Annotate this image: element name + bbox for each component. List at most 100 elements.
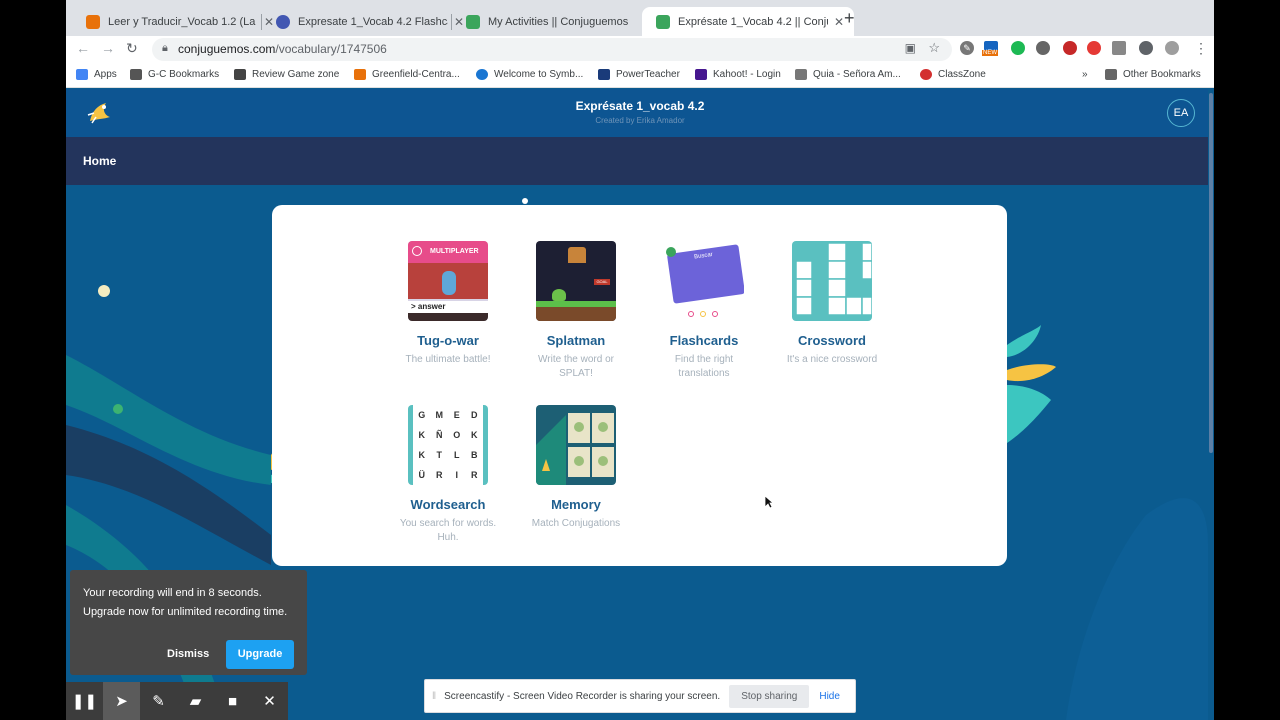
game-description: It's a nice crossword xyxy=(786,354,878,365)
tug-o-war-thumbnail: MULTIPLAYER > answer xyxy=(408,241,488,321)
pause-icon[interactable]: ❚❚ xyxy=(66,682,103,720)
wordsearch-letter: Ü xyxy=(418,470,426,480)
reload-icon[interactable]: ↻ xyxy=(126,40,138,57)
bookmark-review-game[interactable]: Review Game zone xyxy=(234,69,339,80)
tab-title: Expresate 1_Vocab 4.2 Flashca xyxy=(298,15,448,28)
game-title: Tug-o-war xyxy=(417,333,479,348)
wordsearch-letter: M xyxy=(435,410,444,420)
wordsearch-letter: R xyxy=(436,470,443,480)
mouse-cursor-icon xyxy=(764,495,774,509)
bookmark-gc[interactable]: G-C Bookmarks xyxy=(130,69,219,80)
wordsearch-letter: G xyxy=(418,410,426,420)
profile-icon[interactable] xyxy=(1165,41,1179,55)
bookmark-star-icon[interactable]: ☆ xyxy=(928,40,940,56)
apps-grid-icon xyxy=(76,69,88,80)
grid-extension-icon[interactable] xyxy=(1112,41,1126,55)
bookmark-kahoot[interactable]: Kahoot! - Login xyxy=(695,69,781,80)
game-crossword[interactable]: Crossword It's a nice crossword xyxy=(777,241,887,367)
site-favicon-icon xyxy=(920,69,932,80)
wordsearch-letter: E xyxy=(453,410,460,420)
back-icon[interactable]: ← xyxy=(76,40,90,56)
bookmark-classzone[interactable]: ClassZone xyxy=(920,69,986,80)
new-tab-icon[interactable]: + xyxy=(844,8,855,29)
tab-favicon-icon xyxy=(86,14,100,29)
conjuguemos-favicon-icon xyxy=(656,14,670,29)
wordsearch-letter: K xyxy=(418,430,426,440)
close-icon[interactable]: ✕ xyxy=(834,15,844,29)
camera-icon[interactable]: ■ xyxy=(214,682,251,720)
menu-icon[interactable]: ⋮ xyxy=(1194,40,1208,57)
stop-sharing-button[interactable]: Stop sharing xyxy=(729,684,810,708)
spotify-icon[interactable] xyxy=(1011,41,1025,55)
conjuguemos-favicon-icon xyxy=(466,14,480,29)
game-description: The ultimate battle! xyxy=(405,354,491,365)
bookmarks-overflow-icon[interactable]: » xyxy=(1082,69,1088,80)
site-header: Exprésate 1_vocab 4.2 Created by Erika A… xyxy=(66,89,1214,137)
game-memory[interactable]: Memory Match Conjugations xyxy=(521,405,631,531)
recording-warning-line1: Your recording will end in 8 seconds. xyxy=(83,587,262,599)
screen-sharing-bar: ‖ Screencastify - Screen Video Recorder … xyxy=(424,679,856,713)
tab-leer-y-traducir[interactable]: Leer y Traducir_Vocab 1.2 (La F ✕ xyxy=(72,7,284,36)
game-wordsearch[interactable]: GMEDKÑOKKTLBÜRIR Wordsearch You search f… xyxy=(393,405,503,545)
recording-warning-line2: Upgrade now for unlimited recording time… xyxy=(83,606,288,618)
memory-thumbnail xyxy=(536,405,616,485)
bookmark-other[interactable]: Other Bookmarks xyxy=(1105,69,1201,80)
recording-toolbar: ❚❚ ➤ ✎ ▰ ■ ✕ xyxy=(66,682,288,720)
scrollbar[interactable] xyxy=(1208,89,1214,720)
new-badge: NEW xyxy=(982,50,998,56)
tab-my-activities[interactable]: My Activities || Conjuguemos ✕ xyxy=(452,7,664,36)
extension-icon[interactable]: ✎ xyxy=(960,41,974,55)
frog-icon xyxy=(552,289,566,301)
game-title: Crossword xyxy=(798,333,866,348)
wordsearch-letter: D xyxy=(471,410,478,420)
nav-home-link[interactable]: Home xyxy=(83,154,116,168)
cursor-tool-icon[interactable]: ➤ xyxy=(103,682,140,720)
game-title: Wordsearch xyxy=(410,497,486,512)
bulb-extension-icon[interactable] xyxy=(1036,41,1050,55)
forward-icon[interactable]: → xyxy=(101,40,115,56)
game-menu-card: MULTIPLAYER > answer Tug-o-war The ultim… xyxy=(272,205,1007,566)
toolbar: ← → ↻ 🔒︎ conjuguemos.com/vocabulary/1747… xyxy=(66,36,1214,63)
red-extension-icon[interactable] xyxy=(1063,41,1077,55)
bookmark-symbaloo[interactable]: Welcome to Symb... xyxy=(476,69,583,80)
eraser-tool-icon[interactable]: ▰ xyxy=(177,682,214,720)
tab-flashcards-quizlet[interactable]: Expresate 1_Vocab 4.2 Flashca ✕ xyxy=(262,7,474,36)
quizlet-favicon-icon xyxy=(276,14,290,29)
drag-handle-icon[interactable]: ‖ xyxy=(432,691,436,702)
tab-expresate-active[interactable]: Exprésate 1_Vocab 4.2 || Conju ✕ xyxy=(642,7,855,36)
screencastify-icon[interactable] xyxy=(1087,41,1101,55)
bookmark-quia[interactable]: Quia - Señora Am... xyxy=(795,69,901,80)
splatman-thumbnail: GOAL xyxy=(536,241,616,321)
translate-icon[interactable]: ▣ xyxy=(905,41,916,55)
tab-strip: Leer y Traducir_Vocab 1.2 (La F ✕ Expres… xyxy=(66,0,1214,36)
tab-title: Exprésate 1_Vocab 4.2 || Conju xyxy=(678,15,828,28)
close-icon[interactable]: ✕ xyxy=(251,682,288,720)
game-flashcards[interactable]: Buscar Flashcards Find the right transla… xyxy=(649,241,759,381)
boot-icon xyxy=(568,247,586,263)
wordsearch-letter: O xyxy=(453,430,461,440)
upgrade-button[interactable]: Upgrade xyxy=(226,640,294,669)
game-title: Memory xyxy=(551,497,601,512)
extensions-puzzle-icon[interactable] xyxy=(1139,41,1153,55)
bookmark-powerteacher[interactable]: PowerTeacher xyxy=(598,69,680,80)
url-text: conjuguemos.com/vocabulary/1747506 xyxy=(178,42,387,56)
recording-warning-popup: Your recording will end in 8 seconds. Up… xyxy=(70,570,307,675)
wordsearch-letter: T xyxy=(436,450,443,460)
game-splatman[interactable]: GOAL Splatman Write the word or SPLAT! xyxy=(521,241,631,381)
pen-tool-icon[interactable]: ✎ xyxy=(140,682,177,720)
wordsearch-letter: K xyxy=(418,450,426,460)
frog-icon xyxy=(666,247,676,257)
flashcards-thumbnail: Buscar xyxy=(664,241,744,321)
game-tug-o-war[interactable]: MULTIPLAYER > answer Tug-o-war The ultim… xyxy=(393,241,503,367)
bookmark-apps[interactable]: Apps xyxy=(76,69,117,80)
tab-title: Leer y Traducir_Vocab 1.2 (La F xyxy=(108,15,258,28)
site-favicon-icon xyxy=(354,69,366,80)
hide-button[interactable]: Hide xyxy=(819,691,840,702)
scrollbar-thumb[interactable] xyxy=(1209,93,1213,453)
game-description: Match Conjugations xyxy=(531,518,621,529)
avatar[interactable]: EA xyxy=(1167,99,1195,127)
bookmarks-bar: Apps G-C Bookmarks Review Game zone Gree… xyxy=(66,63,1214,88)
bookmark-greenfield[interactable]: Greenfield-Centra... xyxy=(354,69,460,80)
address-bar[interactable]: 🔒︎ conjuguemos.com/vocabulary/1747506 ▣ … xyxy=(152,38,952,61)
dismiss-button[interactable]: Dismiss xyxy=(167,648,209,660)
